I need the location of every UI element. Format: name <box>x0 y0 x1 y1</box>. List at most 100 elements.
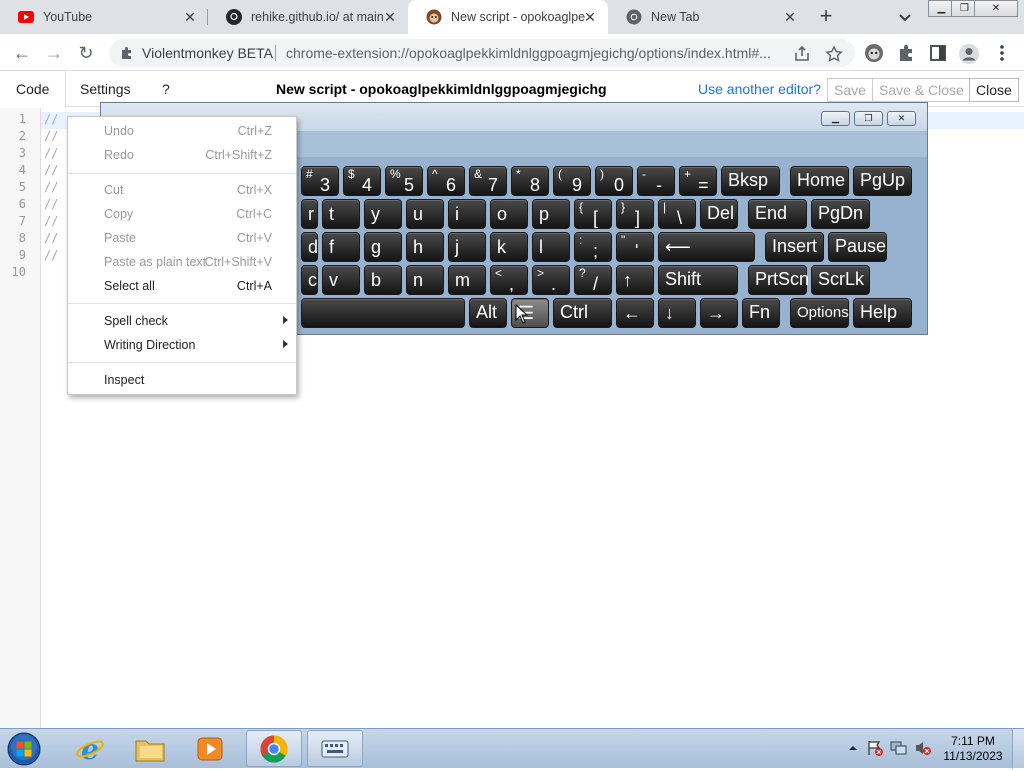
bookmark-star-icon[interactable] <box>825 45 843 63</box>
internet-explorer-icon[interactable]: e <box>62 730 118 767</box>
tab-new-tab[interactable]: New Tab ✕ <box>608 0 808 34</box>
key-7[interactable]: & 7 <box>469 166 507 196</box>
menu-item-writing-direction[interactable]: Writing Direction <box>68 334 296 356</box>
menu-item-spell-check[interactable]: Spell check <box>68 310 296 332</box>
violentmonkey-extension-icon[interactable] <box>864 43 884 63</box>
menu-item-paste-plain[interactable]: Paste as plain text Ctrl+Shift+V <box>68 251 296 273</box>
key-59[interactable]: :; <box>574 232 612 262</box>
side-panel-icon[interactable] <box>928 43 948 63</box>
show-desktop-button[interactable] <box>1012 729 1024 769</box>
save-button[interactable]: Save <box>827 78 873 102</box>
key-prtscn[interactable]: PrtScn <box>748 265 809 295</box>
show-hidden-icons-icon[interactable] <box>844 739 862 757</box>
menu-item-paste[interactable]: Paste Ctrl+V <box>68 227 296 249</box>
chevron-down-icon[interactable] <box>896 8 914 26</box>
forward-arrow-icon[interactable]: → <box>43 42 65 64</box>
volume-muted-icon[interactable] <box>914 739 932 757</box>
action-center-icon[interactable] <box>866 739 884 757</box>
key-9[interactable]: (9 <box>553 166 591 196</box>
network-icon[interactable] <box>890 739 908 757</box>
key-91[interactable]: {[ <box>574 199 612 229</box>
reload-icon[interactable]: ↻ <box>75 42 97 64</box>
code-line[interactable]: // <box>44 197 58 211</box>
key-space[interactable] <box>301 298 465 328</box>
close-tab-icon[interactable]: ✕ <box>182 9 198 25</box>
key-v[interactable]: v <box>322 265 360 295</box>
key-o[interactable]: o <box>490 199 528 229</box>
close-tab-icon[interactable]: ✕ <box>782 9 798 25</box>
close-tab-icon[interactable]: ✕ <box>382 9 398 25</box>
menu-item-cut[interactable]: Cut Ctrl+X <box>68 179 296 201</box>
key-scrlk[interactable]: ScrLk <box>811 265 870 295</box>
key-insert[interactable]: Insert <box>765 232 824 262</box>
menu-item-redo[interactable]: Redo Ctrl+Shift+Z <box>68 144 296 166</box>
url-text[interactable]: chrome-extension://opokoaglpekkimldnlggp… <box>286 45 786 61</box>
code-line[interactable]: // <box>44 163 58 177</box>
key-n[interactable]: n <box>406 265 444 295</box>
tab-github[interactable]: rehike.github.io/ at main ✕ <box>208 0 408 34</box>
save-close-button[interactable]: Save & Close <box>872 78 971 102</box>
key-46[interactable]: >. <box>532 265 570 295</box>
key-8594[interactable]: → <box>700 298 738 328</box>
use-another-editor-link[interactable]: Use another editor? <box>698 81 821 97</box>
key-end[interactable]: End <box>748 199 807 229</box>
key-0[interactable]: ) 0 <box>595 166 633 196</box>
system-clock[interactable]: 7:11 PM 11/13/2023 <box>940 734 1006 764</box>
key-help[interactable]: Help <box>853 298 912 328</box>
code-line[interactable]: // <box>44 214 58 228</box>
code-line[interactable]: // <box>44 129 58 143</box>
key-47[interactable]: ? / <box>574 265 612 295</box>
address-bar[interactable]: Violentmonkey BETA chrome-extension://op… <box>109 39 855 67</box>
key-5[interactable]: % 5 <box>385 166 423 196</box>
key-45[interactable]: -- <box>637 166 675 196</box>
tab-youtube[interactable]: YouTube ✕ <box>0 0 208 34</box>
code-line[interactable]: // <box>44 231 58 245</box>
key-f[interactable]: f <box>322 232 360 262</box>
key-alt[interactable]: Alt <box>469 298 507 328</box>
key-10229[interactable]: ⟵ <box>658 232 755 262</box>
keyboard-close-icon[interactable]: ✕ <box>887 111 916 126</box>
key-j[interactable]: j <box>448 232 486 262</box>
key-93[interactable]: }] <box>616 199 654 229</box>
code-line[interactable]: // <box>44 180 58 194</box>
extensions-icon[interactable] <box>896 43 916 63</box>
key-c[interactable]: c <box>301 265 318 295</box>
code-line[interactable]: // <box>44 248 58 262</box>
close-button[interactable]: Close <box>969 78 1019 102</box>
key-y[interactable]: y <box>364 199 402 229</box>
key-ctrl[interactable]: Ctrl <box>553 298 612 328</box>
key-8[interactable]: * 8 <box>511 166 549 196</box>
menu-item-copy[interactable]: Copy Ctrl+C <box>68 203 296 225</box>
key-u[interactable]: u <box>406 199 444 229</box>
key-61[interactable]: + = <box>679 166 717 196</box>
code-line[interactable]: // <box>44 146 58 160</box>
media-player-icon[interactable] <box>182 730 238 767</box>
menu-item-select-all[interactable]: Select all Ctrl+A <box>68 275 296 297</box>
key-pause[interactable]: Pause <box>828 232 887 262</box>
key-8593[interactable]: ↑ <box>616 265 654 295</box>
key-6[interactable]: ^ 6 <box>427 166 465 196</box>
close-window-icon[interactable]: ✕ <box>974 0 1018 17</box>
key-3[interactable]: #3 <box>301 166 339 196</box>
file-explorer-icon[interactable] <box>122 730 178 767</box>
key-bksp[interactable]: Bksp <box>721 166 780 196</box>
key-h[interactable]: h <box>406 232 444 262</box>
close-tab-icon[interactable]: ✕ <box>582 9 598 25</box>
key-pgup[interactable]: PgUp <box>853 166 912 196</box>
key-fn[interactable]: Fn <box>742 298 780 328</box>
key-92[interactable]: | \ <box>658 199 696 229</box>
keyboard-restore-icon[interactable]: ❐ <box>854 111 883 126</box>
key-39[interactable]: " ' <box>616 232 654 262</box>
windows-start-icon[interactable] <box>4 730 44 768</box>
key-k[interactable]: k <box>490 232 528 262</box>
tab-code[interactable]: Code <box>0 71 67 107</box>
key-pgdn[interactable]: PgDn <box>811 199 870 229</box>
chrome-icon[interactable] <box>246 730 302 767</box>
key-shift[interactable]: Shift <box>658 265 738 295</box>
key-44[interactable]: <, <box>490 265 528 295</box>
key-del[interactable]: Del <box>700 199 738 229</box>
menu-item-undo[interactable]: Undo Ctrl+Z <box>68 120 296 142</box>
key-b[interactable]: b <box>364 265 402 295</box>
kebab-menu-icon[interactable] <box>996 43 1008 63</box>
key-d[interactable]: d <box>301 232 318 262</box>
